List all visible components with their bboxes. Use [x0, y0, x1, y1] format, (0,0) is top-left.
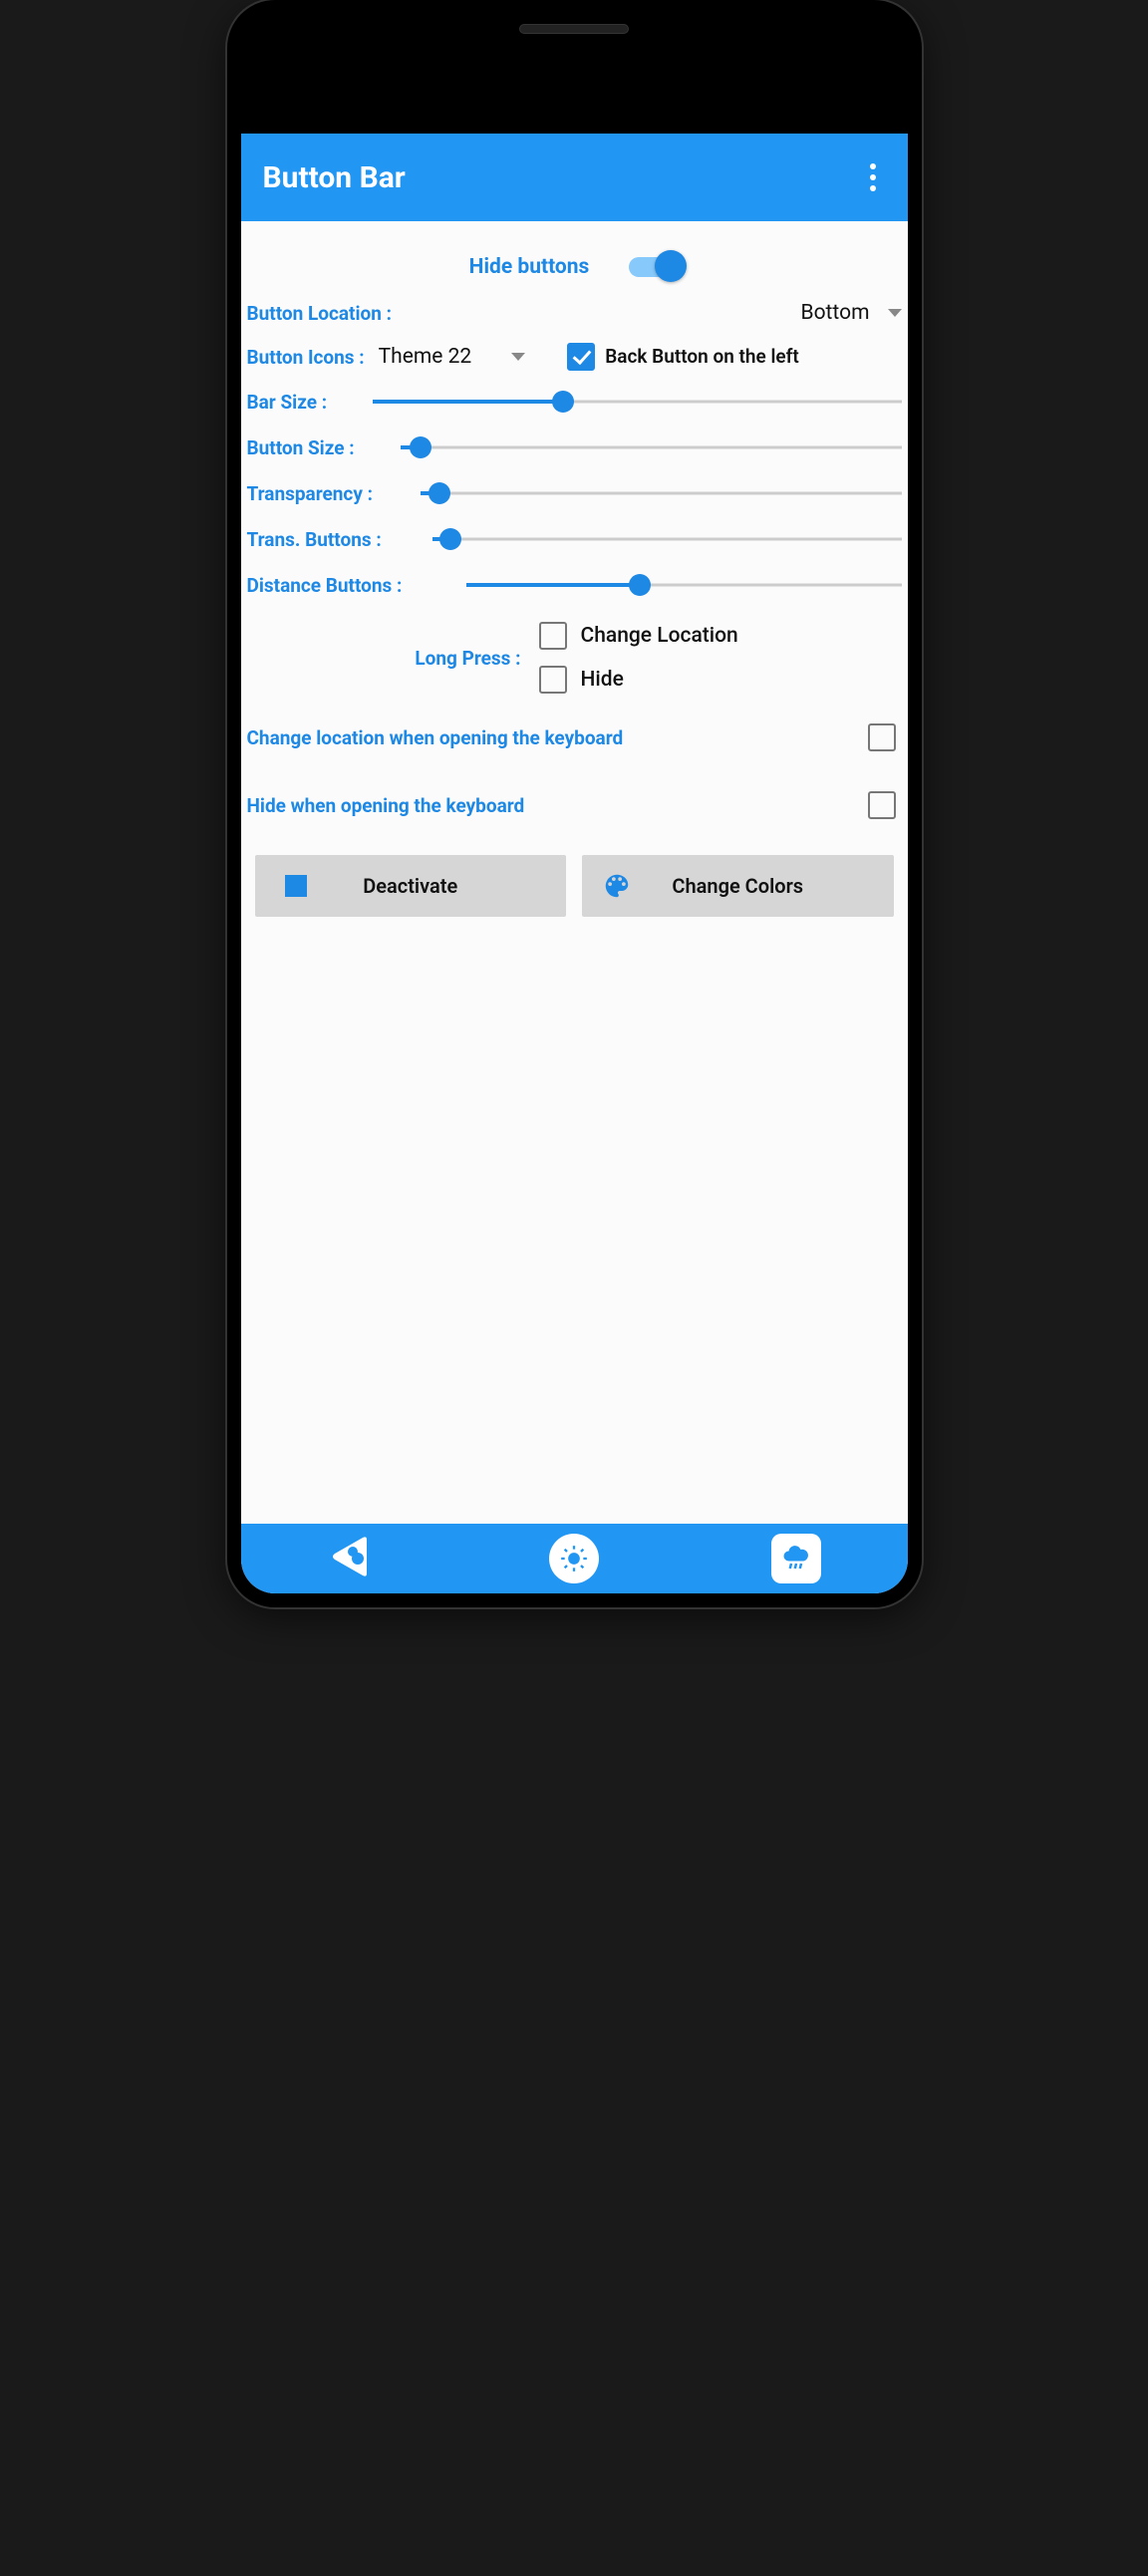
navigation-bar	[241, 1524, 908, 1593]
distance-buttons-row: Distance Buttons :	[247, 562, 902, 608]
rain-cloud-icon	[781, 1544, 811, 1574]
button-icons-label: Button Icons :	[247, 346, 365, 369]
button-icons-value: Theme 22	[379, 345, 472, 369]
app-title: Button Bar	[263, 160, 406, 195]
button-location-row: Button Location : Bottom	[247, 291, 902, 335]
trans-buttons-slider[interactable]	[432, 527, 902, 551]
long-press-change-location[interactable]: Change Location	[539, 622, 738, 650]
button-location-label: Button Location :	[247, 302, 392, 325]
button-size-row: Button Size :	[247, 425, 902, 470]
back-left-option[interactable]: Back Button on the left	[567, 343, 901, 371]
deactivate-label: Deactivate	[363, 874, 457, 898]
distance-buttons-label: Distance Buttons :	[247, 574, 452, 597]
hide-checkbox[interactable]	[539, 666, 567, 694]
button-location-dropdown[interactable]: Bottom	[801, 301, 902, 325]
button-icons-dropdown[interactable]: Theme 22	[379, 345, 526, 369]
action-buttons-row: Deactivate Change Colors	[247, 839, 902, 923]
bar-size-row: Bar Size :	[247, 379, 902, 425]
hide-buttons-label: Hide buttons	[469, 255, 590, 279]
change-colors-button[interactable]: Change Colors	[582, 855, 894, 917]
nav-home-button[interactable]	[549, 1534, 599, 1583]
button-icons-row: Button Icons : Theme 22 Back Button on t…	[247, 335, 902, 379]
stop-icon	[285, 875, 307, 897]
app-container: Button Bar Hide buttons Button Location …	[241, 134, 908, 1593]
back-left-label: Back Button on the left	[605, 346, 799, 368]
trans-buttons-label: Trans. Buttons :	[247, 528, 419, 551]
change-location-keyboard-checkbox[interactable]	[868, 723, 896, 751]
long-press-label: Long Press :	[415, 647, 520, 670]
long-press-label-wrap: Long Press :	[247, 647, 521, 670]
nav-back-button[interactable]	[327, 1532, 377, 1585]
change-colors-label: Change Colors	[672, 874, 803, 898]
long-press-hide[interactable]: Hide	[539, 666, 738, 694]
transparency-label: Transparency :	[247, 482, 407, 505]
hide-keyboard-row[interactable]: Hide when opening the keyboard	[247, 771, 902, 839]
app-bar: Button Bar	[241, 134, 908, 221]
button-size-label: Button Size :	[247, 436, 387, 459]
long-press-options: Change Location Hide	[539, 622, 738, 694]
hide-option-label: Hide	[581, 668, 624, 692]
status-bar	[241, 74, 908, 134]
overflow-menu-button[interactable]	[860, 153, 886, 201]
hide-keyboard-checkbox[interactable]	[868, 791, 896, 819]
button-size-slider[interactable]	[401, 435, 902, 459]
trans-buttons-row: Trans. Buttons :	[247, 516, 902, 562]
switch-knob	[655, 250, 687, 282]
phone-speaker	[519, 24, 629, 34]
bar-size-slider[interactable]	[373, 390, 902, 414]
phone-screen: Button Bar Hide buttons Button Location …	[241, 74, 908, 1593]
hide-buttons-switch[interactable]	[629, 257, 679, 277]
chevron-down-icon	[511, 353, 525, 361]
chevron-down-icon	[888, 309, 902, 317]
transparency-row: Transparency :	[247, 470, 902, 516]
change-location-keyboard-label: Change location when opening the keyboar…	[247, 726, 624, 749]
nav-recents-button[interactable]	[771, 1534, 821, 1583]
palette-icon	[602, 871, 632, 901]
long-press-row: Long Press : Change Location Hide	[247, 608, 902, 704]
settings-content: Hide buttons Button Location : Bottom Bu…	[241, 221, 908, 1524]
hide-buttons-row: Hide buttons	[247, 231, 902, 291]
bar-size-label: Bar Size :	[247, 391, 359, 414]
change-location-keyboard-row[interactable]: Change location when opening the keyboar…	[247, 704, 902, 771]
sun-icon	[560, 1545, 588, 1573]
change-location-label: Change Location	[581, 624, 738, 648]
change-location-checkbox[interactable]	[539, 622, 567, 650]
deactivate-button[interactable]: Deactivate	[255, 855, 567, 917]
transparency-slider[interactable]	[421, 481, 902, 505]
hide-keyboard-label: Hide when opening the keyboard	[247, 794, 525, 817]
distance-buttons-slider[interactable]	[466, 573, 902, 597]
button-location-value: Bottom	[801, 301, 870, 325]
back-left-checkbox[interactable]	[567, 343, 595, 371]
back-icon	[327, 1532, 377, 1581]
phone-frame: Button Bar Hide buttons Button Location …	[227, 0, 922, 1607]
